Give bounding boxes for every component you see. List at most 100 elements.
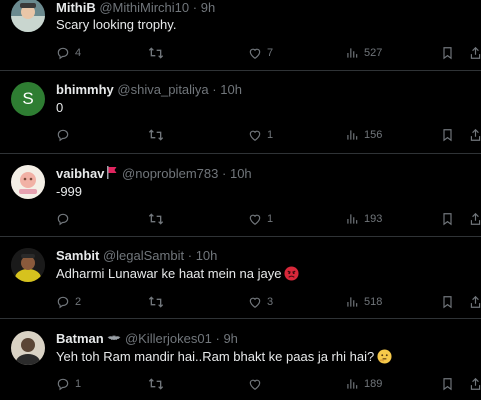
tweet-header: bhimmhy @shiva_pitaliya · 10h bbox=[56, 82, 242, 98]
reply-icon bbox=[56, 212, 70, 226]
tweet[interactable]: S bhimmhy @shiva_pitaliya · 10h 0 1 156 bbox=[0, 71, 481, 154]
user-handle[interactable]: @MithiMirchi10 bbox=[99, 0, 189, 15]
bookmark-button[interactable] bbox=[441, 127, 454, 143]
share-button[interactable] bbox=[469, 376, 481, 392]
like-button[interactable]: 7 bbox=[248, 45, 273, 61]
timestamp[interactable]: 10h bbox=[220, 82, 242, 97]
bat-icon bbox=[107, 331, 121, 346]
bookmark-icon bbox=[441, 212, 454, 226]
heart-icon bbox=[248, 377, 262, 391]
like-count: 1 bbox=[267, 129, 274, 141]
heart-icon bbox=[248, 212, 262, 226]
timestamp[interactable]: 9h bbox=[201, 0, 215, 15]
avatar[interactable] bbox=[11, 248, 45, 282]
views-button[interactable]: 527 bbox=[345, 45, 382, 61]
action-bar: 4 7 527 bbox=[56, 45, 481, 61]
timestamp[interactable]: 10h bbox=[196, 248, 218, 263]
bookmark-button[interactable] bbox=[441, 376, 454, 392]
bookmark-icon bbox=[441, 46, 454, 60]
avatar[interactable] bbox=[11, 165, 45, 199]
separator-dot: · bbox=[215, 331, 220, 346]
user-handle[interactable]: @noproblem783 bbox=[122, 166, 218, 181]
tweet-header: vaibhav @noproblem783 · 10h bbox=[56, 166, 252, 183]
reply-button[interactable]: 4 bbox=[56, 45, 81, 61]
heart-icon bbox=[248, 128, 262, 142]
avatar[interactable] bbox=[11, 0, 45, 32]
share-button[interactable] bbox=[469, 211, 481, 227]
tweet[interactable]: Batman @Killerjokes01 · 9h Yeh toh Ram m… bbox=[0, 319, 481, 400]
share-button[interactable] bbox=[469, 294, 481, 310]
display-name[interactable]: MithiB bbox=[56, 0, 96, 15]
user-handle[interactable]: @shiva_pitaliya bbox=[117, 82, 208, 97]
share-button[interactable] bbox=[469, 45, 481, 61]
reply-icon bbox=[56, 128, 70, 142]
reply-icon bbox=[56, 295, 70, 309]
action-bar: 1 193 bbox=[56, 211, 481, 227]
reply-count: 4 bbox=[75, 47, 82, 59]
like-button[interactable]: 1 bbox=[248, 211, 273, 227]
action-bar: 1 189 bbox=[56, 376, 481, 392]
like-button[interactable]: 1 bbox=[248, 127, 273, 143]
bookmark-button[interactable] bbox=[441, 294, 454, 310]
like-count: 7 bbox=[267, 47, 274, 59]
repost-button[interactable] bbox=[148, 127, 169, 143]
repost-icon bbox=[148, 212, 164, 226]
avatar[interactable]: S bbox=[11, 82, 45, 116]
bookmark-icon bbox=[441, 128, 454, 142]
like-button[interactable] bbox=[248, 376, 267, 392]
like-count: 1 bbox=[267, 213, 274, 225]
views-button[interactable]: 156 bbox=[345, 127, 382, 143]
views-icon bbox=[345, 377, 359, 391]
tweet-text: Scary looking trophy. bbox=[56, 17, 177, 32]
tweet-text-content: Yeh toh Ram mandir hai..Ram bhakt ke paa… bbox=[56, 349, 375, 364]
views-button[interactable]: 518 bbox=[345, 294, 382, 310]
repost-button[interactable] bbox=[148, 211, 169, 227]
bookmark-button[interactable] bbox=[441, 45, 454, 61]
user-handle[interactable]: @Killerjokes01 bbox=[125, 331, 212, 346]
user-handle[interactable]: @legalSambit bbox=[103, 248, 184, 263]
display-name[interactable]: vaibhav bbox=[56, 166, 104, 181]
tweet[interactable]: MithiB @MithiMirchi10 · 9h Scary looking… bbox=[0, 0, 481, 71]
like-count: 3 bbox=[267, 296, 274, 308]
avatar[interactable] bbox=[11, 331, 45, 365]
views-button[interactable]: 193 bbox=[345, 211, 382, 227]
timestamp[interactable]: 9h bbox=[223, 331, 237, 346]
reply-button[interactable] bbox=[56, 127, 75, 143]
view-count: 518 bbox=[364, 296, 383, 308]
separator-dot: · bbox=[222, 166, 227, 181]
reply-button[interactable]: 2 bbox=[56, 294, 81, 310]
reply-button[interactable] bbox=[56, 211, 75, 227]
repost-button[interactable] bbox=[148, 294, 169, 310]
repost-icon bbox=[148, 377, 164, 391]
tweet-header: MithiB @MithiMirchi10 · 9h bbox=[56, 0, 215, 16]
repost-icon bbox=[148, 128, 164, 142]
reply-button[interactable]: 1 bbox=[56, 376, 81, 392]
repost-button[interactable] bbox=[148, 376, 169, 392]
tweet-text: 0 bbox=[56, 100, 64, 115]
display-name[interactable]: Sambit bbox=[56, 248, 99, 263]
share-button[interactable] bbox=[469, 127, 481, 143]
tweet-header: Batman @Killerjokes01 · 9h bbox=[56, 331, 238, 347]
tweet-text: Yeh toh Ram mandir hai..Ram bhakt ke paa… bbox=[56, 349, 392, 368]
reply-count: 1 bbox=[75, 378, 82, 390]
display-name[interactable]: Batman bbox=[56, 331, 104, 346]
views-button[interactable]: 189 bbox=[345, 376, 382, 392]
tweet[interactable]: Sambit @legalSambit · 10h Adharmi Lunawa… bbox=[0, 237, 481, 319]
views-icon bbox=[345, 212, 359, 226]
repost-button[interactable] bbox=[148, 45, 169, 61]
views-icon bbox=[345, 46, 359, 60]
like-button[interactable]: 3 bbox=[248, 294, 273, 310]
heart-icon bbox=[248, 295, 262, 309]
timestamp[interactable]: 10h bbox=[230, 166, 252, 181]
tweet-text-content: Adharmi Lunawar ke haat mein na jaye bbox=[56, 266, 282, 281]
bookmark-button[interactable] bbox=[441, 211, 454, 227]
view-count: 189 bbox=[364, 378, 383, 390]
tweet[interactable]: vaibhav @noproblem783 · 10h -999 1 193 bbox=[0, 154, 481, 237]
share-icon bbox=[469, 212, 481, 226]
tweet-text: -999 bbox=[56, 184, 83, 199]
view-count: 527 bbox=[364, 47, 383, 59]
separator-dot: · bbox=[187, 248, 193, 263]
action-bar: 2 3 518 bbox=[56, 294, 481, 310]
display-name[interactable]: bhimmhy bbox=[56, 82, 114, 97]
share-icon bbox=[469, 128, 481, 142]
